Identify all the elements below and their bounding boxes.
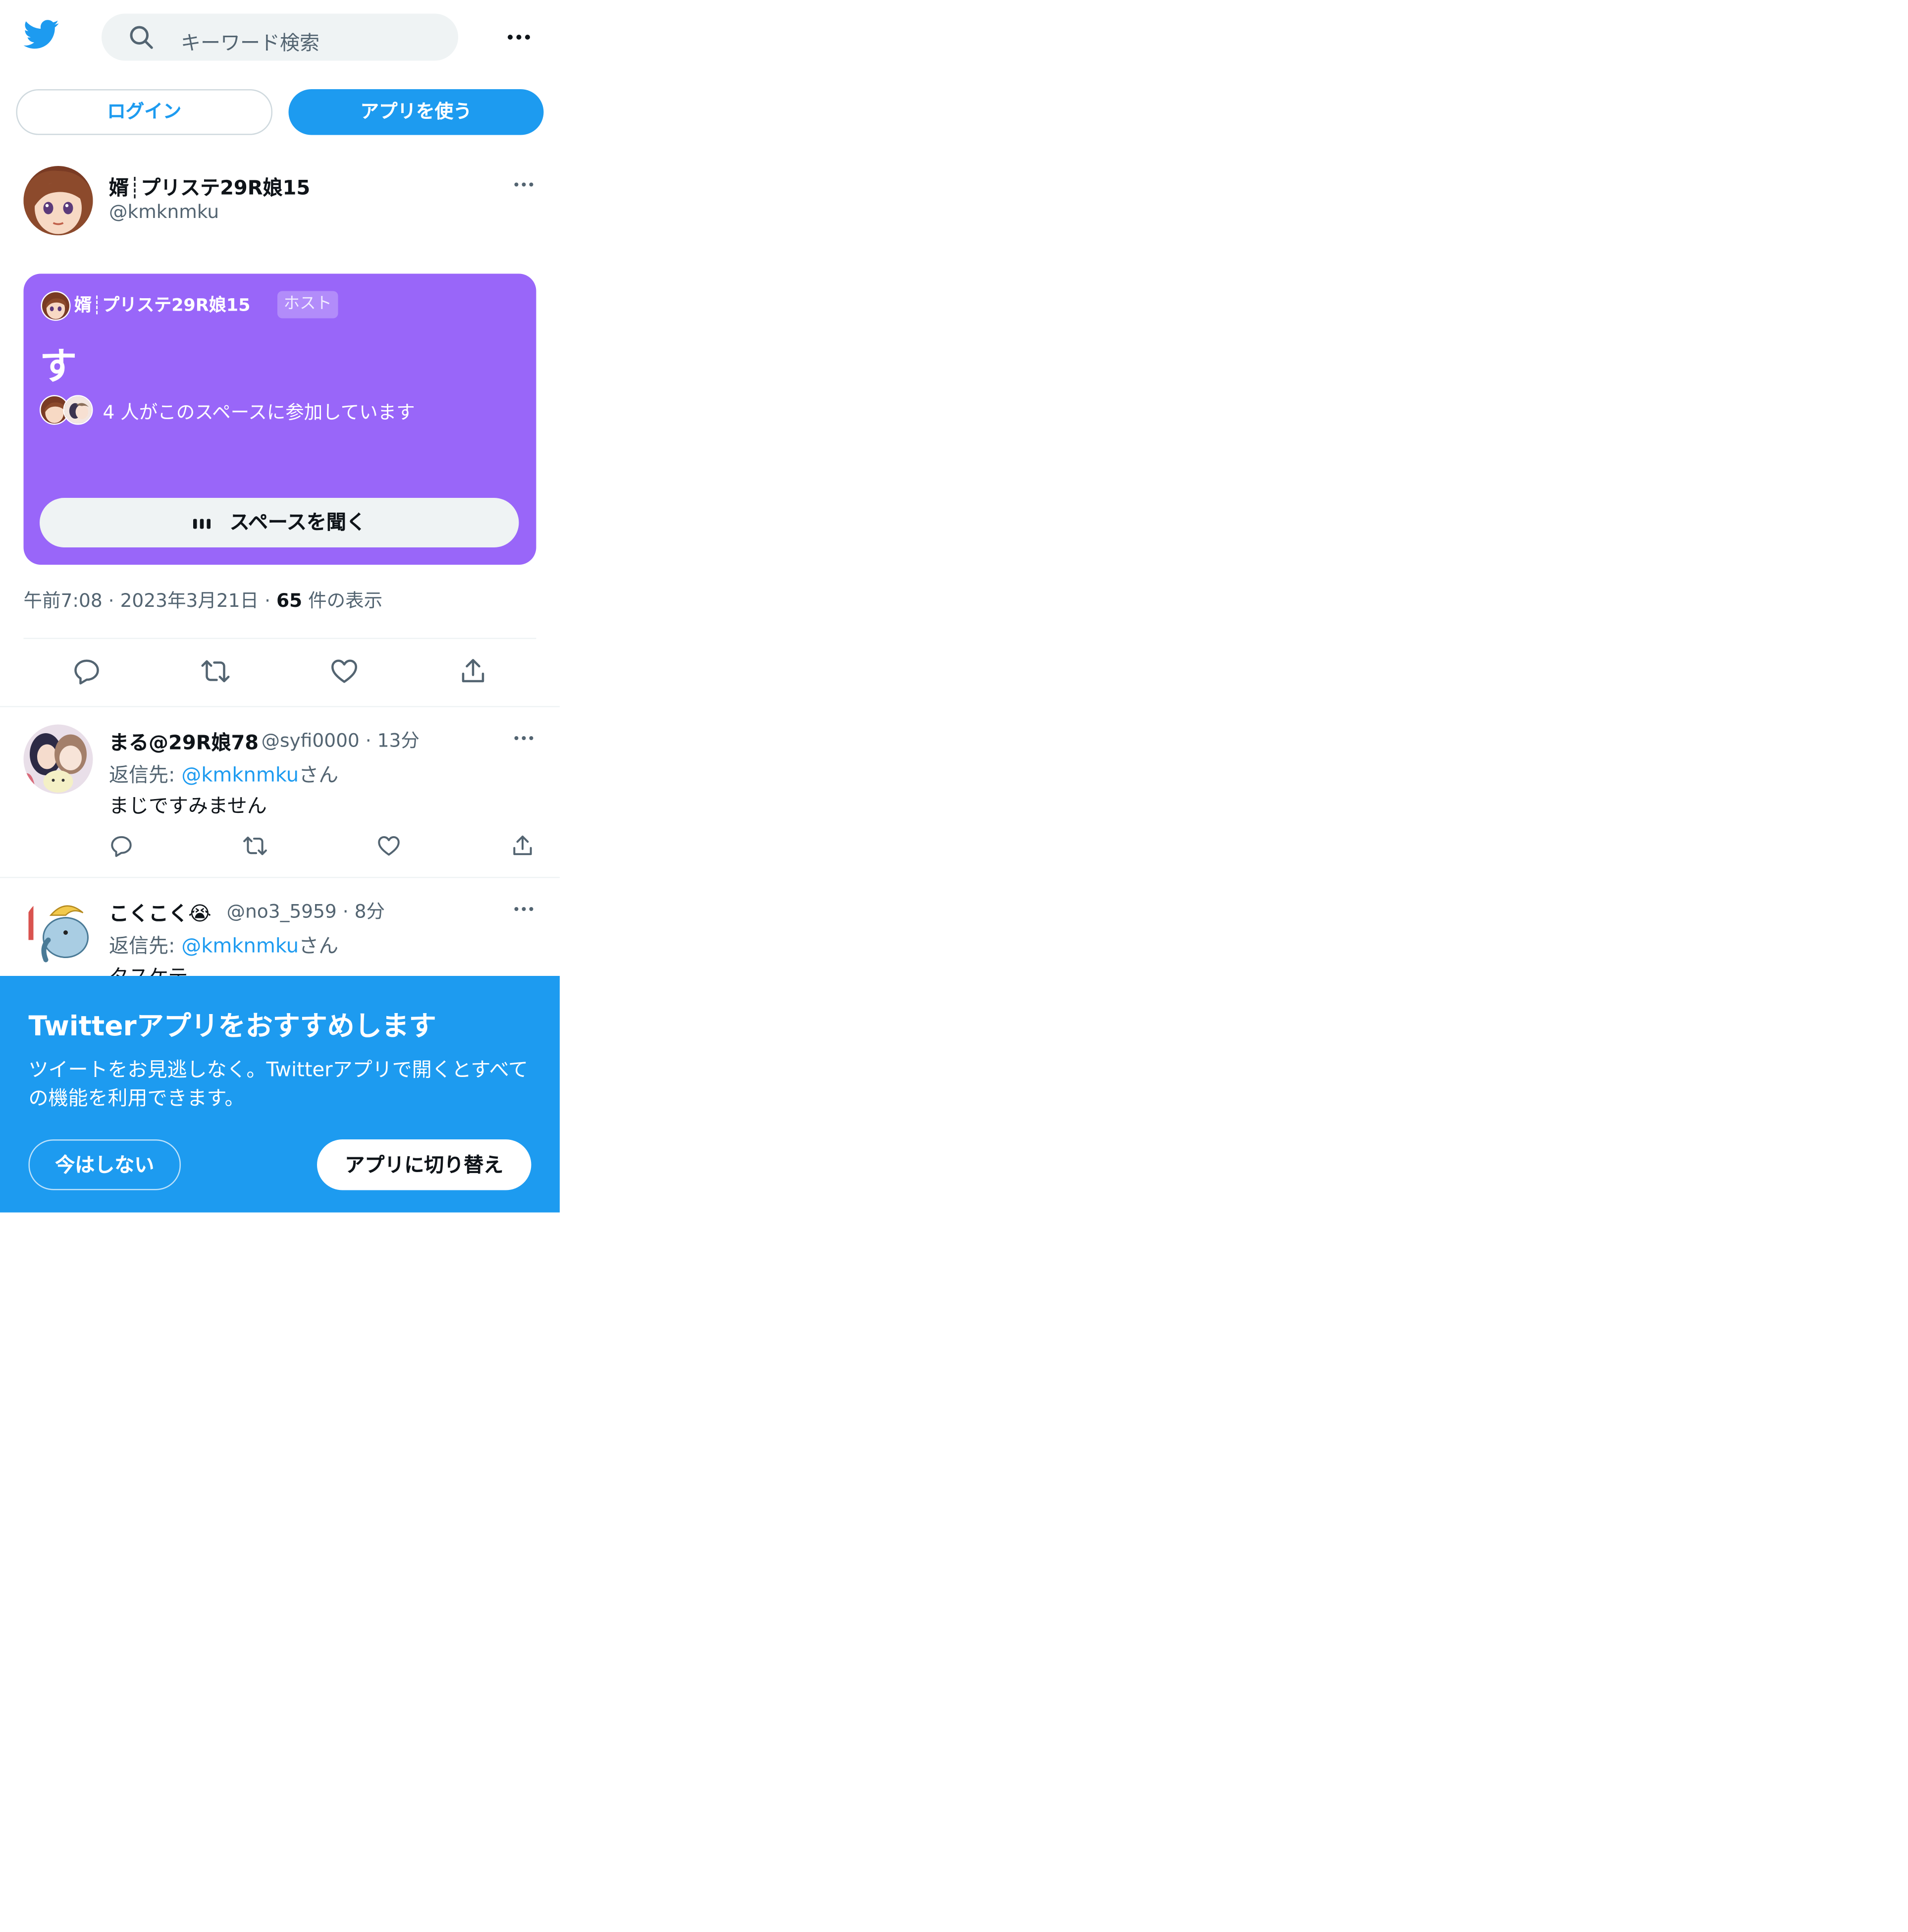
- divider: [23, 638, 536, 639]
- reply-more-icon[interactable]: [512, 726, 536, 751]
- reply-icon[interactable]: [72, 656, 102, 686]
- reply-avatar[interactable]: [23, 724, 93, 794]
- use-app-button[interactable]: アプリを使う: [288, 89, 544, 135]
- retweet-icon[interactable]: [243, 834, 267, 859]
- top-bar: キーワード検索: [0, 0, 560, 74]
- reply-author-name[interactable]: こくこく😭: [109, 897, 212, 926]
- meta-separator: ·: [365, 729, 371, 752]
- share-icon[interactable]: [510, 834, 535, 859]
- meta-separator: ·: [108, 590, 114, 612]
- views-label: 件の表示: [302, 590, 383, 612]
- space-host-name: 婿┊プリステ29R娘15: [74, 296, 251, 316]
- reply-to-line: 返信先: @kmknmkuさん: [109, 929, 338, 959]
- reply-avatar[interactable]: [23, 895, 93, 965]
- reply-more-icon[interactable]: [512, 897, 536, 921]
- reply-author-handle[interactable]: @syfi0000: [262, 730, 360, 752]
- reply-to-label: 返信先:: [109, 934, 182, 958]
- reply-meta: @syfi0000 · 13分: [262, 727, 420, 753]
- space-title: す: [40, 345, 77, 389]
- space-card[interactable]: 婿┊プリステ29R娘15 ホスト す 4 人がこのスペースに参加しています スペ…: [23, 273, 536, 565]
- banner-title: Twitterアプリをおすすめします: [28, 1012, 436, 1043]
- participant-avatar: [63, 395, 93, 425]
- reply-to-label: 返信先:: [109, 763, 182, 787]
- meta-separator: ·: [265, 590, 271, 612]
- tweet-time[interactable]: 午前7:08: [24, 590, 103, 612]
- switch-to-app-button[interactable]: アプリに切り替え: [317, 1139, 531, 1190]
- retweet-icon[interactable]: [201, 656, 230, 686]
- audio-bars-icon: [194, 518, 212, 529]
- timeline-column: キーワード検索 ログイン アプリを使う 婿┊プリステ29R娘15 @kmknmk…: [0, 0, 560, 1213]
- search-input[interactable]: キーワード検索: [181, 26, 319, 56]
- auth-bar: ログイン アプリを使う: [0, 74, 560, 149]
- app-promo-banner: Twitterアプリをおすすめします ツイートをお見逃しなく。Twitterアプ…: [0, 976, 560, 1213]
- replies-list: まる@29R娘78 @syfi0000 · 13分 返信先: @kmknmkuさ…: [0, 706, 560, 976]
- space-participants-text: 4 人がこのスペースに参加しています: [103, 401, 415, 424]
- reply-text: まじですみません: [109, 794, 267, 818]
- share-icon[interactable]: [458, 656, 488, 686]
- reply-to-line: 返信先: @kmknmkuさん: [109, 758, 338, 788]
- reply-time[interactable]: 13分: [377, 730, 420, 752]
- listen-space-label: スペースを聞く: [229, 510, 366, 534]
- search-icon: [130, 26, 153, 49]
- banner-body: ツイートをお見逃しなく。Twitterアプリで開くとすべての機能を利用できます。: [28, 1058, 528, 1110]
- reply-author-name[interactable]: まる@29R娘78: [109, 726, 259, 755]
- views-count: 65: [276, 590, 303, 612]
- reply-author-handle[interactable]: @no3_5959: [227, 901, 337, 923]
- author-handle[interactable]: @kmknmku: [109, 201, 219, 223]
- reply-meta: @no3_5959 · 8分: [227, 898, 385, 924]
- reply-icon[interactable]: [109, 834, 134, 859]
- space-host-avatar: [41, 291, 71, 321]
- tweet-date[interactable]: 2023年3月21日: [120, 590, 259, 612]
- login-button[interactable]: ログイン: [16, 89, 272, 135]
- twitter-bird-icon[interactable]: [23, 20, 60, 50]
- more-horizontal-icon[interactable]: [505, 25, 532, 50]
- reply-tweet[interactable]: こくこく😭 @no3_5959 · 8分 返信先: @kmknmkuさん タスケ…: [0, 878, 560, 976]
- reply-to-suffix: さん: [299, 934, 339, 958]
- tweet-more-icon[interactable]: [512, 172, 536, 197]
- reply-tweet[interactable]: まる@29R娘78 @syfi0000 · 13分 返信先: @kmknmkuさ…: [0, 706, 560, 877]
- like-icon[interactable]: [376, 834, 401, 859]
- reply-time[interactable]: 8分: [355, 901, 385, 923]
- author-name[interactable]: 婿┊プリステ29R娘15: [109, 171, 310, 201]
- listen-space-button[interactable]: スペースを聞く: [40, 498, 519, 547]
- meta-separator: ·: [342, 900, 349, 923]
- not-now-button[interactable]: 今はしない: [28, 1139, 181, 1190]
- reply-to-link[interactable]: @kmknmku: [181, 763, 299, 787]
- like-icon[interactable]: [329, 656, 359, 686]
- search-box[interactable]: キーワード検索: [102, 13, 458, 61]
- author-avatar[interactable]: [23, 166, 93, 235]
- reply-text: タスケテ: [109, 960, 188, 976]
- reply-to-link[interactable]: @kmknmku: [181, 934, 299, 958]
- reply-to-suffix: さん: [299, 763, 339, 787]
- space-host-badge: ホスト: [277, 291, 338, 319]
- tweet-meta: 午前7:08 · 2023年3月21日 · 65 件の表示: [24, 587, 383, 613]
